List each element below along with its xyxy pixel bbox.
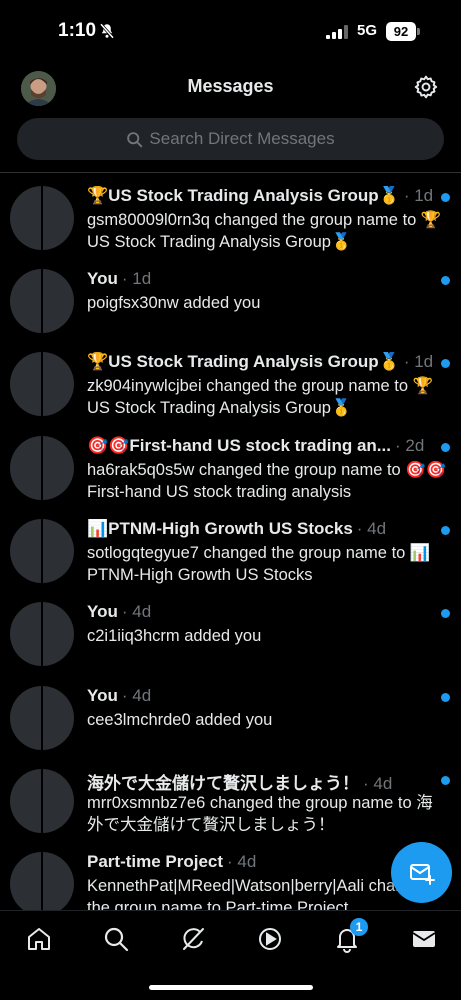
conversation-preview: gsm80009l0rn3q changed the group name to… — [87, 211, 442, 251]
conversation-preview: mrr0xsmnbz7e6 changed the group name to … — [87, 794, 433, 834]
group-avatar — [10, 352, 74, 416]
conversation-title: 🏆US Stock Trading Analysis Group🥇 — [87, 186, 400, 205]
conversation-preview: zk904inywlcjbei changed the group name t… — [87, 377, 434, 417]
status-time: 1:10 — [58, 20, 97, 41]
unread-indicator — [441, 609, 450, 618]
conversation-preview: c2i1iiq3hcrm added you — [87, 627, 262, 645]
conversation-time: · 2d — [394, 436, 425, 455]
conversation-preview: sotlogqtegyue7 changed the group name to… — [87, 544, 431, 584]
conversation-item[interactable]: 海外で大金儲けて贅沢しましょう！ · 4d mrr0xsmnbz7e6 chang… — [0, 769, 461, 851]
group-avatar — [10, 686, 74, 750]
conversation-time: · 4d — [356, 519, 387, 538]
conversation-preview: ha6rak5q0s5w changed the group name to 🎯… — [87, 461, 447, 501]
explore-icon[interactable] — [101, 924, 131, 954]
conversation-item[interactable]: 🏆US Stock Trading Analysis Group🥇 · 1d gs… — [0, 186, 461, 268]
group-avatar — [10, 436, 74, 500]
search-placeholder: Search Direct Messages — [149, 129, 335, 148]
group-avatar — [10, 852, 74, 910]
unread-indicator — [441, 526, 450, 535]
group-avatar — [10, 269, 74, 333]
conversation-title: 海外で大金儲けて贅沢しましょう！ — [87, 774, 359, 791]
compose-message-button[interactable] — [391, 842, 452, 903]
search-icon — [127, 131, 143, 147]
conversation-item[interactable]: 🏆US Stock Trading Analysis Group🥇 · 1d zk… — [0, 352, 461, 434]
group-avatar — [10, 186, 74, 250]
conversation-title: 🏆US Stock Trading Analysis Group🥇 — [87, 352, 400, 371]
status-bar: 1:10 5G 92 — [0, 0, 461, 64]
conversation-title: 🎯🎯First-hand US stock trading an... — [87, 436, 391, 455]
unread-indicator — [441, 193, 450, 202]
video-icon[interactable] — [255, 924, 285, 954]
conversation-preview: poigfsx30nw added you — [87, 294, 261, 312]
network-type: 5G — [357, 22, 378, 39]
header: Messages — [0, 64, 461, 110]
conversation-time: · 4d — [121, 602, 152, 621]
unread-indicator — [441, 776, 450, 785]
grok-icon[interactable] — [178, 924, 208, 954]
conversation-time: · 4d — [363, 774, 393, 791]
conversation-item[interactable]: 🎯🎯First-hand US stock trading an... · 2d … — [0, 436, 461, 518]
conversation-title: You — [87, 269, 118, 288]
conversation-time: · 4d — [121, 686, 152, 705]
bell-off-icon — [99, 23, 115, 39]
conversation-title: You — [87, 602, 118, 621]
divider — [0, 172, 461, 173]
conversation-item[interactable]: You · 4d c2i1iiq3hcrm added you — [0, 602, 461, 684]
conversation-time: · 1d — [403, 186, 434, 205]
group-avatar — [10, 519, 74, 583]
unread-indicator — [441, 359, 450, 368]
mail-icon[interactable] — [409, 924, 439, 954]
unread-indicator — [441, 276, 450, 285]
home-indicator — [149, 985, 313, 990]
page-title: Messages — [187, 76, 274, 96]
battery-level: 92 — [386, 22, 416, 41]
group-avatar — [10, 602, 74, 666]
unread-indicator — [441, 443, 450, 452]
conversation-time: · 1d — [121, 269, 152, 288]
home-icon[interactable] — [24, 924, 54, 954]
compose-message-icon — [409, 863, 435, 885]
conversation-item[interactable]: 📊PTNM-High Growth US Stocks · 4d sotlogqt… — [0, 519, 461, 601]
notifications-badge: 1 — [350, 918, 368, 936]
conversation-time: · 1d — [403, 352, 434, 371]
conversation-title: Part-time Project — [87, 852, 224, 871]
conversation-item[interactable]: You · 1d poigfsx30nw added you — [0, 269, 461, 351]
messages-screen: { "status_bar": { "time": "1:10", "netwo… — [0, 0, 461, 1000]
conversation-title: You — [87, 686, 118, 705]
signal-icon — [326, 25, 348, 39]
conversation-title: 📊PTNM-High Growth US Stocks — [87, 519, 353, 538]
unread-indicator — [441, 693, 450, 702]
group-avatar — [10, 769, 74, 833]
gear-icon[interactable] — [413, 74, 439, 100]
conversation-item[interactable]: You · 4d cee3lmchrde0 added you — [0, 686, 461, 768]
conversation-preview: cee3lmchrde0 added you — [87, 711, 273, 729]
search-input[interactable]: Search Direct Messages — [17, 118, 444, 160]
battery-indicator: 92 — [386, 22, 420, 41]
conversation-time: · 4d — [227, 852, 257, 871]
